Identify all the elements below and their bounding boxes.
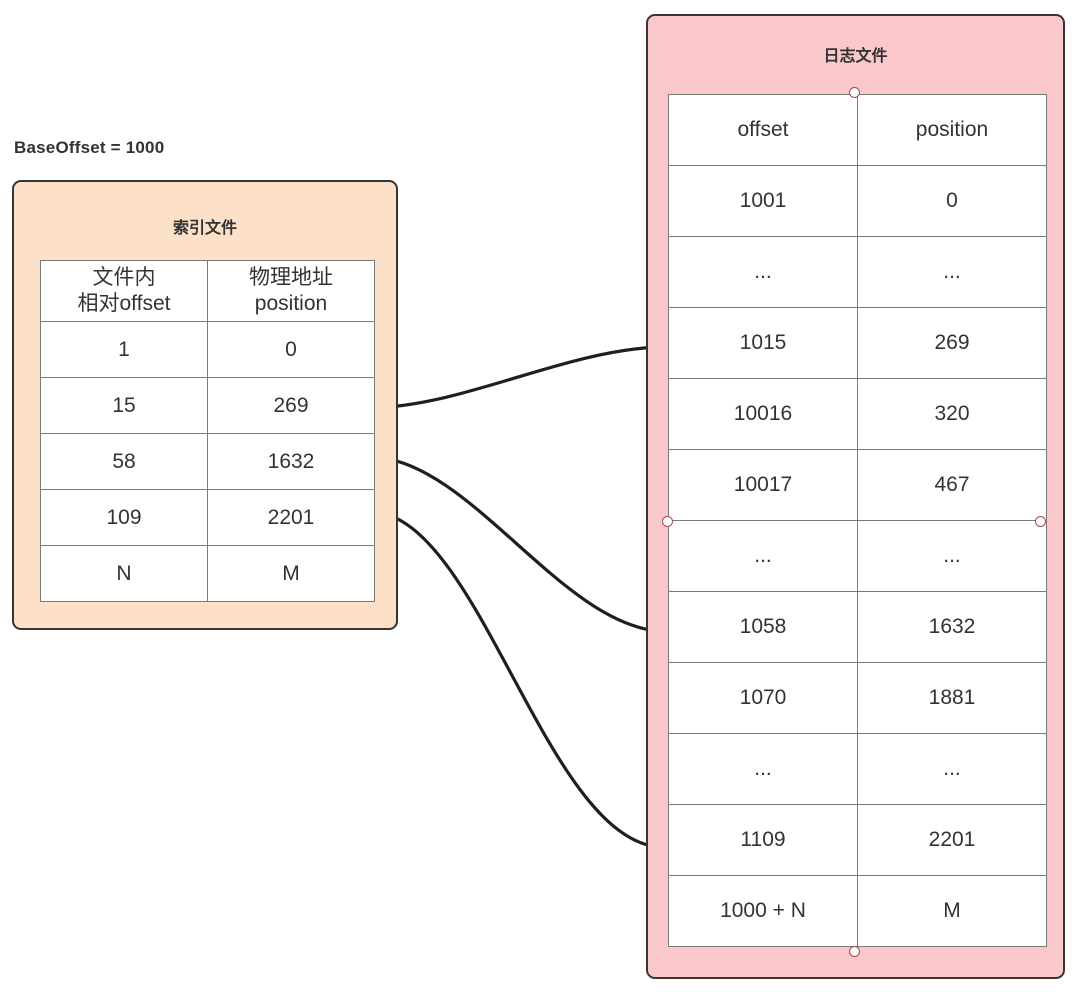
table-row: 1 0 bbox=[40, 321, 375, 378]
log-header-offset: offset bbox=[668, 94, 858, 166]
table-row: ... ... bbox=[668, 236, 1047, 308]
table-row: 1070 1881 bbox=[668, 662, 1047, 734]
table-header-row: 文件内 相对offset 物理地址 position bbox=[40, 260, 375, 322]
table-row: 1015 269 bbox=[668, 307, 1047, 379]
table-row: 1001 0 bbox=[668, 165, 1047, 237]
log-cell-offset: 1058 bbox=[668, 591, 858, 663]
log-cell-position: ... bbox=[857, 520, 1047, 592]
log-cell-position: 1632 bbox=[857, 591, 1047, 663]
log-cell-offset: 10016 bbox=[668, 378, 858, 450]
resize-handle-top[interactable] bbox=[849, 87, 860, 98]
log-header-position: position bbox=[857, 94, 1047, 166]
log-cell-position: 467 bbox=[857, 449, 1047, 521]
log-cell-offset: 10017 bbox=[668, 449, 858, 521]
log-file-title: 日志文件 bbox=[823, 48, 888, 65]
index-header-offset-line1: 文件内 bbox=[92, 266, 156, 290]
index-cell-position: 0 bbox=[207, 321, 375, 378]
log-cell-offset: 1015 bbox=[668, 307, 858, 379]
log-cell-offset: ... bbox=[668, 520, 858, 592]
log-cell-offset: ... bbox=[668, 733, 858, 805]
log-cell-position: ... bbox=[857, 236, 1047, 308]
index-cell-offset: 109 bbox=[40, 489, 208, 546]
table-row: N M bbox=[40, 545, 375, 602]
table-row: 109 2201 bbox=[40, 489, 375, 546]
table-row: 15 269 bbox=[40, 377, 375, 434]
connector-arrow-3 bbox=[373, 510, 659, 851]
table-row: ... ... bbox=[668, 520, 1047, 592]
index-file-panel[interactable]: 索引文件 文件内 相对offset 物理地址 position 1 0 15 2… bbox=[12, 180, 398, 630]
index-cell-position: 1632 bbox=[207, 433, 375, 490]
log-cell-position: M bbox=[857, 875, 1047, 947]
index-cell-offset: 1 bbox=[40, 321, 208, 378]
connector-arrow-2 bbox=[373, 455, 659, 635]
index-cell-offset: N bbox=[40, 545, 208, 602]
table-row: 58 1632 bbox=[40, 433, 375, 490]
table-row: 1058 1632 bbox=[668, 591, 1047, 663]
index-cell-offset: 15 bbox=[40, 377, 208, 434]
log-cell-position: 2201 bbox=[857, 804, 1047, 876]
table-row: 10017 467 bbox=[668, 449, 1047, 521]
connector-arrow-1 bbox=[373, 343, 659, 410]
resize-handle-right[interactable] bbox=[1035, 516, 1046, 527]
resize-handle-bottom[interactable] bbox=[849, 946, 860, 957]
table-row: ... ... bbox=[668, 733, 1047, 805]
log-file-table: offset position 1001 0 ... ... 1015 269 … bbox=[668, 94, 1047, 947]
base-offset-label: BaseOffset = 1000 bbox=[14, 138, 165, 157]
table-row: 1000 + N M bbox=[668, 875, 1047, 947]
log-cell-position: 320 bbox=[857, 378, 1047, 450]
index-header-offset: 文件内 相对offset bbox=[40, 260, 208, 322]
index-file-table: 文件内 相对offset 物理地址 position 1 0 15 269 58… bbox=[40, 260, 375, 602]
table-row: 1109 2201 bbox=[668, 804, 1047, 876]
resize-handle-left[interactable] bbox=[662, 516, 673, 527]
index-file-title: 索引文件 bbox=[172, 220, 237, 237]
index-cell-position: M bbox=[207, 545, 375, 602]
log-file-panel[interactable]: 日志文件 offset position 1001 0 ... ... 1015… bbox=[646, 14, 1065, 979]
table-header-row: offset position bbox=[668, 94, 1047, 166]
index-header-position-line2: position bbox=[254, 292, 328, 315]
log-cell-position: 1881 bbox=[857, 662, 1047, 734]
index-cell-position: 2201 bbox=[207, 489, 375, 546]
index-header-position-line1: 物理地址 bbox=[249, 266, 333, 290]
log-cell-offset: ... bbox=[668, 236, 858, 308]
log-cell-offset: 1001 bbox=[668, 165, 858, 237]
log-cell-position: ... bbox=[857, 733, 1047, 805]
log-cell-offset: 1070 bbox=[668, 662, 858, 734]
log-cell-offset: 1000 + N bbox=[668, 875, 858, 947]
index-cell-position: 269 bbox=[207, 377, 375, 434]
index-header-position: 物理地址 position bbox=[207, 260, 375, 322]
log-cell-position: 0 bbox=[857, 165, 1047, 237]
index-cell-offset: 58 bbox=[40, 433, 208, 490]
index-header-offset-line2: 相对offset bbox=[77, 292, 171, 315]
table-row: 10016 320 bbox=[668, 378, 1047, 450]
log-cell-offset: 1109 bbox=[668, 804, 858, 876]
log-cell-position: 269 bbox=[857, 307, 1047, 379]
